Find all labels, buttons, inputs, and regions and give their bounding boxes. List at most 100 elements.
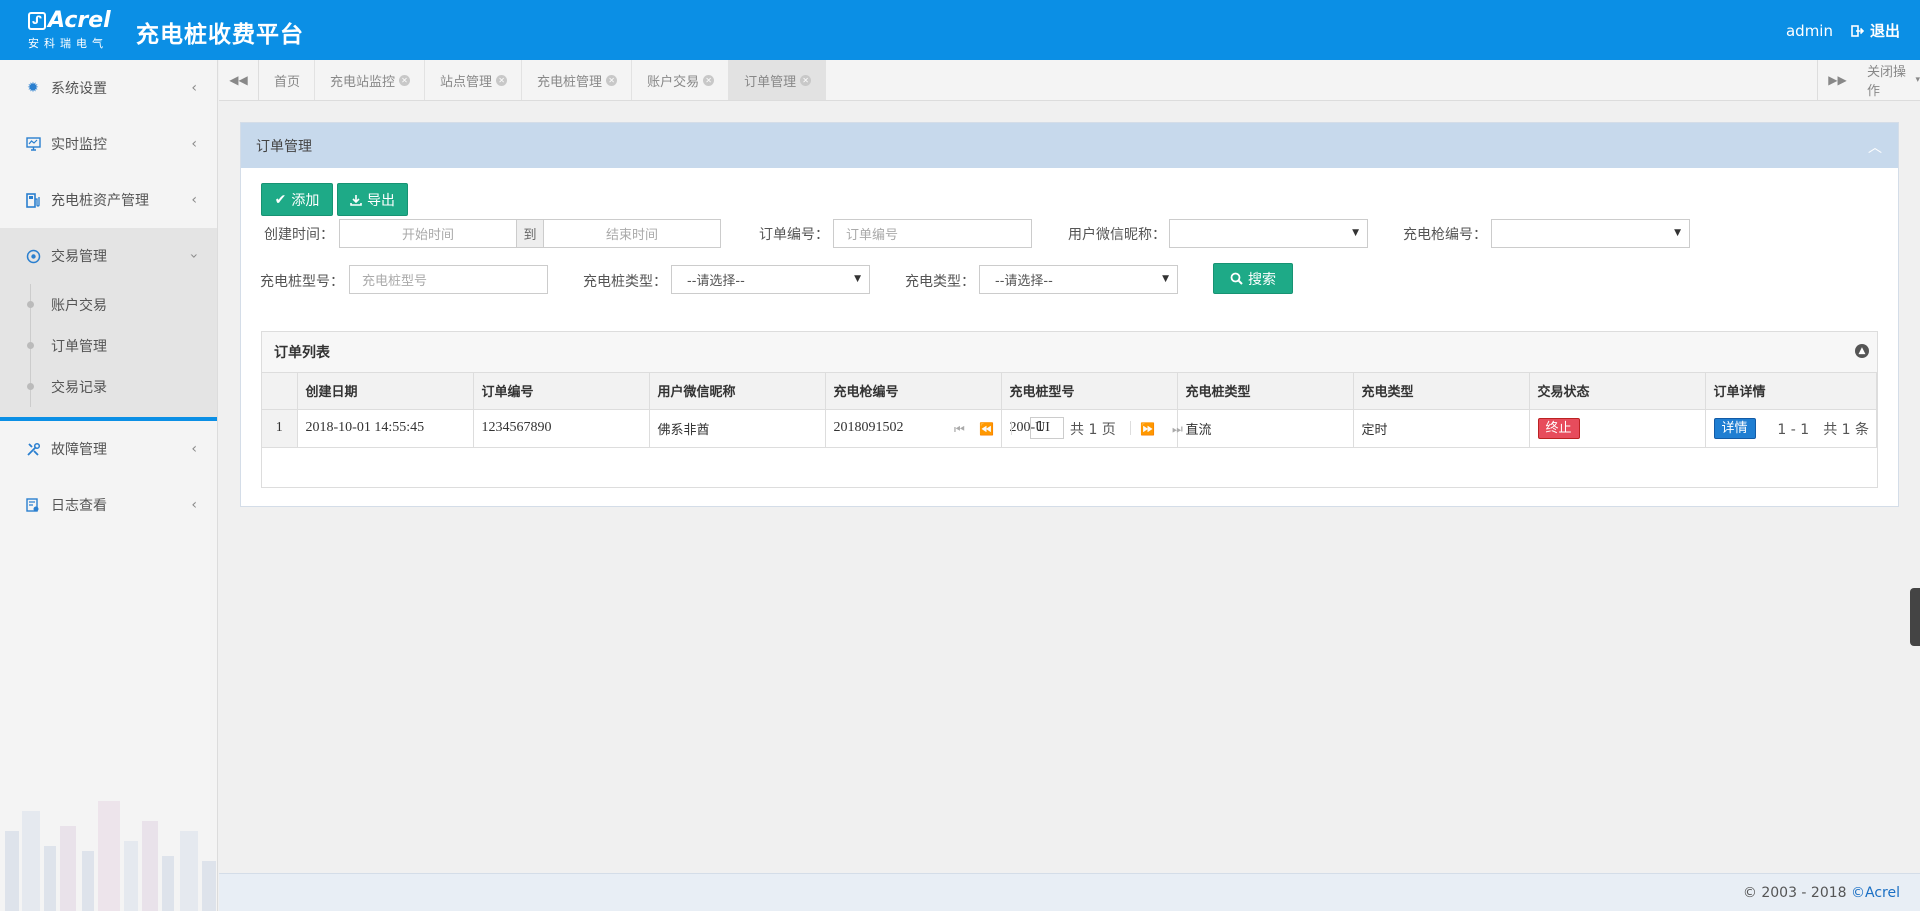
first-page-icon[interactable]: ⏮ <box>954 422 965 437</box>
wechat-nickname-select[interactable]: ▼ <box>1169 219 1368 248</box>
close-icon[interactable]: ✕ <box>606 74 618 86</box>
order-no-label: 订单编号： <box>759 227 829 243</box>
sidebar-item-asset-management[interactable]: 充电桩资产管理 ‹ <box>0 172 217 228</box>
download-icon <box>350 194 362 206</box>
double-chevron-right-icon: ▶▶ <box>1828 73 1847 87</box>
wechat-nickname-label: 用户微信昵称： <box>1068 227 1166 243</box>
order-list-title: 订单列表 <box>274 345 330 361</box>
tab-scroll-left-button[interactable]: ◀◀ <box>219 60 259 100</box>
tab-label: 充电桩管理 <box>537 74 603 90</box>
page-number-input[interactable]: 1 <box>1030 417 1064 439</box>
next-page-icon[interactable]: ⏩ <box>1140 422 1155 436</box>
app-title: 充电桩收费平台 <box>136 22 304 48</box>
panel-title: 订单管理 <box>256 138 312 155</box>
close-operations-dropdown[interactable]: 关闭操作 ▾ <box>1857 60 1920 100</box>
tab-label: 首页 <box>274 74 301 90</box>
row-number-header <box>262 373 298 410</box>
fuel-pump-icon <box>25 192 41 208</box>
tab-account-transaction[interactable]: 账户交易 ✕ <box>632 60 730 100</box>
collapse-chevron-up-icon[interactable]: ︿ <box>1868 137 1882 157</box>
log-icon <box>25 497 41 513</box>
search-button[interactable]: 搜索 <box>1213 263 1293 294</box>
charge-type-label: 充电类型： <box>905 274 975 290</box>
top-header: ᔑ Acrel 安科瑞电气 充电桩收费平台 admin 退出 <box>0 0 1920 60</box>
select-value: --请选择-- <box>995 274 1053 289</box>
tab-pile-management[interactable]: 充电桩管理 ✕ <box>522 60 633 100</box>
city-skyline-decoration <box>5 801 216 911</box>
sidebar-item-system-settings[interactable]: ✹ 系统设置 ‹ <box>0 60 217 116</box>
logout-button[interactable]: 退出 <box>1851 20 1900 41</box>
tab-site-management[interactable]: 站点管理 ✕ <box>425 60 523 100</box>
end-time-input[interactable]: 结束时间 <box>543 219 721 248</box>
footer: © 2003 - 2018 ©Acrel <box>219 873 1920 911</box>
check-icon: ✔ <box>274 191 287 208</box>
submenu-item-account-transaction[interactable]: 账户交易 <box>0 284 217 325</box>
add-button-label: 添加 <box>291 192 320 209</box>
acrel-link[interactable]: ©Acrel <box>1851 885 1900 901</box>
to-separator: 到 <box>517 219 543 248</box>
pile-type-label: 充电桩类型： <box>583 274 667 290</box>
gun-no-select[interactable]: ▼ <box>1491 219 1690 248</box>
prev-page-icon[interactable]: ⏪ <box>979 422 994 436</box>
transaction-icon <box>25 248 41 264</box>
username-link[interactable]: admin <box>1786 22 1833 40</box>
export-button[interactable]: 导出 <box>337 183 408 216</box>
add-button[interactable]: ✔ 添加 <box>261 183 333 216</box>
side-scroll-handle[interactable] <box>1910 588 1920 646</box>
pager-divider <box>1130 421 1131 435</box>
column-header[interactable]: 充电枪编号 <box>825 373 1002 410</box>
gear-icon: ✹ <box>27 80 39 96</box>
close-icon[interactable]: ✕ <box>399 74 411 86</box>
column-header[interactable]: 充电桩类型 <box>1177 373 1354 410</box>
sidebar-item-label: 日志查看 <box>51 498 107 514</box>
copyright-text: © 2003 - 2018 <box>1742 885 1852 901</box>
sidebar-item-transaction-management[interactable]: 交易管理 ‹ <box>0 228 217 284</box>
pile-model-label: 充电桩型号： <box>260 274 344 290</box>
tab-station-monitor[interactable]: 充电站监控 ✕ <box>315 60 426 100</box>
start-time-input[interactable]: 开始时间 <box>339 219 517 248</box>
sidebar-item-label: 系统设置 <box>51 81 107 97</box>
sidebar-item-fault-management[interactable]: 故障管理 ‹ <box>0 421 217 477</box>
close-icon[interactable]: ✕ <box>496 74 508 86</box>
column-header[interactable]: 充电桩型号 <box>1001 373 1178 410</box>
order-list-box: 订单列表 ▲ 创建日期 订单编号 用户微信昵称 充电枪编号 充电桩型号 充电桩类… <box>261 331 1878 488</box>
submenu-item-label: 交易记录 <box>51 379 107 396</box>
search-icon <box>1230 272 1243 285</box>
total-pages-text: 共 1 页 <box>1070 422 1116 438</box>
collapse-up-circle-icon[interactable]: ▲ <box>1855 344 1869 358</box>
column-header[interactable]: 订单详情 <box>1705 373 1877 410</box>
logo-brand-text: Acrel <box>48 8 111 33</box>
close-icon[interactable]: ✕ <box>703 74 715 86</box>
submenu-item-transaction-records[interactable]: 交易记录 <box>0 366 217 407</box>
close-ops-label: 关闭操作 <box>1867 65 1907 99</box>
sidebar-item-label: 充电桩资产管理 <box>51 193 149 209</box>
column-header[interactable]: 充电类型 <box>1353 373 1530 410</box>
tab-home[interactable]: 首页 <box>259 60 316 100</box>
last-page-icon[interactable]: ⏭ <box>1172 422 1183 437</box>
caret-down-icon: ▾ <box>1915 75 1920 85</box>
sidebar-item-log-view[interactable]: 日志查看 ‹ <box>0 477 217 533</box>
tools-icon <box>25 441 41 457</box>
record-count-text: 1 - 1 共 1 条 <box>1777 422 1869 438</box>
column-header[interactable]: 用户微信昵称 <box>649 373 826 410</box>
column-header[interactable]: 订单编号 <box>473 373 650 410</box>
order-no-input[interactable]: 订单编号 <box>833 219 1032 248</box>
search-button-label: 搜索 <box>1248 271 1276 288</box>
sidebar-item-label: 故障管理 <box>51 442 107 458</box>
chevron-left-icon: ‹ <box>191 136 197 152</box>
pile-model-input[interactable]: 充电桩型号 <box>349 265 548 294</box>
tab-scroll-right-button[interactable]: ▶▶ <box>1817 60 1857 100</box>
sidebar-item-realtime-monitor[interactable]: 实时监控 ‹ <box>0 116 217 172</box>
tab-label: 账户交易 <box>647 74 700 90</box>
select-value: --请选择-- <box>687 274 745 289</box>
charge-type-select[interactable]: --请选择-- ▼ <box>979 265 1178 294</box>
submenu-item-order-management[interactable]: 订单管理 <box>0 325 217 366</box>
caret-down-icon: ▼ <box>1674 228 1681 238</box>
chevron-left-icon: ‹ <box>191 80 197 96</box>
pile-type-select[interactable]: --请选择-- ▼ <box>671 265 870 294</box>
column-header[interactable]: 创建日期 <box>297 373 474 410</box>
tab-order-management[interactable]: 订单管理 ✕ <box>729 60 827 100</box>
pagination-bar: ⏮ ⏪ 1 共 1 页 ⏩ ⏭ 1 - 1 共 1 条 <box>262 411 1877 446</box>
close-icon[interactable]: ✕ <box>800 74 812 86</box>
column-header[interactable]: 交易状态 <box>1529 373 1706 410</box>
